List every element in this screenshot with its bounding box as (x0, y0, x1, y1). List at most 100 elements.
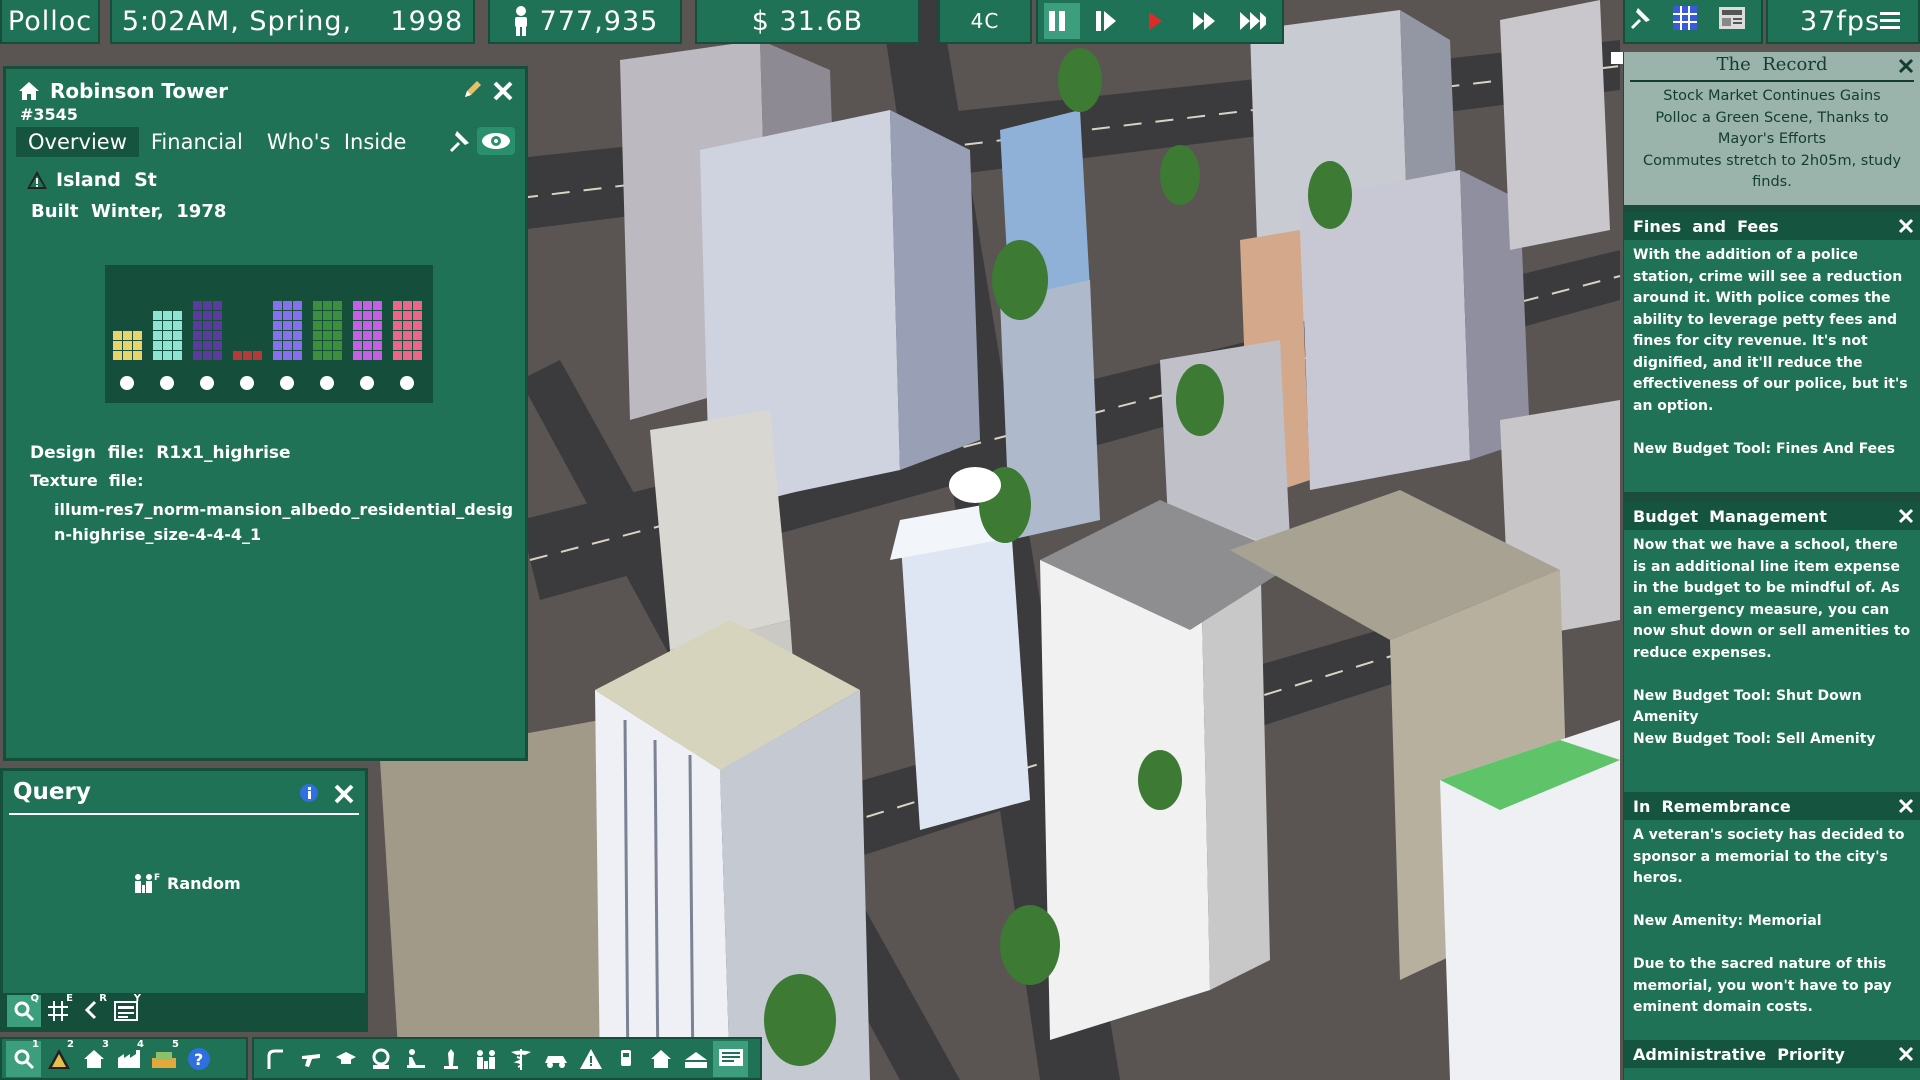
close-icon[interactable] (1898, 508, 1914, 524)
texture-file-label: Texture file: (30, 471, 144, 490)
toolbar-industrial-button[interactable]: 4 (111, 1038, 146, 1077)
toolbar-roads-button[interactable] (258, 1041, 293, 1077)
news-card-fines-fees: Fines and Fees With the addition of a po… (1624, 212, 1920, 492)
menu-icon[interactable] (1880, 11, 1900, 31)
street-name: Island St (56, 169, 157, 191)
monument-icon (200, 376, 214, 390)
toolbar-monument-button[interactable] (433, 1041, 468, 1077)
toolbar-query-button[interactable]: 1 (6, 1039, 41, 1077)
card-title: Budget Management (1633, 506, 1827, 526)
toolbar-police-button[interactable] (293, 1041, 328, 1077)
chart-cell-family (373, 351, 382, 360)
close-icon[interactable] (491, 79, 515, 103)
chart-cell-community (313, 341, 322, 350)
grid-button[interactable] (1672, 5, 1708, 38)
city-name-box[interactable]: Polloc (0, 0, 100, 44)
chart-cell-school (283, 311, 292, 320)
road-icon (267, 1049, 283, 1069)
step-button[interactable] (1093, 3, 1129, 39)
close-icon[interactable] (1898, 1046, 1914, 1062)
chart-cell-family (353, 311, 362, 320)
toolbar-zoning-button[interactable]: 2 (41, 1039, 76, 1077)
chart-cell-park (173, 351, 182, 360)
tab-financial[interactable]: Financial (139, 127, 255, 157)
chart-cell-road (113, 341, 122, 350)
chart-cell-community (313, 331, 322, 340)
chart-cell-community (323, 301, 332, 310)
chart-cell-health (413, 351, 422, 360)
news-scroll-handle[interactable] (1611, 52, 1623, 64)
query-tool-news[interactable]: Y (109, 993, 143, 1027)
hotkey-label: 4 (137, 1038, 144, 1050)
monument-icon (443, 1048, 458, 1069)
toolbar-city-button[interactable] (678, 1041, 713, 1077)
hotkey-label: 3 (102, 1038, 109, 1050)
pause-icon (1049, 11, 1066, 31)
chart-cell-family (363, 311, 372, 320)
chart-cell-monument (193, 341, 202, 350)
play-icon (1148, 12, 1162, 30)
toolbar-transit-button[interactable] (538, 1041, 573, 1077)
chart-cell-school (273, 311, 282, 320)
card-body: With the addition of a police station, c… (1624, 240, 1920, 460)
chart-cell-park (163, 321, 172, 330)
pin-icon[interactable] (449, 129, 471, 153)
chart-cell-community (323, 351, 332, 360)
chart-cell-park (173, 311, 182, 320)
toolbar-housing-button[interactable] (643, 1041, 678, 1077)
toolbar-bus-button[interactable] (608, 1041, 643, 1077)
toolbar-chat-button[interactable] (713, 1040, 748, 1077)
chart-cell-park (173, 331, 182, 340)
edit-name-icon[interactable] (461, 79, 483, 101)
toolbar-parks-button[interactable] (398, 1041, 433, 1077)
info-icon[interactable] (299, 783, 319, 803)
school-icon (335, 1051, 356, 1064)
chart-cell-monument (193, 331, 202, 340)
close-icon[interactable] (1898, 798, 1914, 814)
toolbar-budget-button[interactable]: 5 (146, 1039, 181, 1077)
close-icon[interactable] (1898, 218, 1914, 234)
query-tool-route[interactable]: R (75, 993, 109, 1027)
pause-button[interactable] (1044, 3, 1081, 39)
chart-cell-monument (193, 321, 202, 330)
card-body: Now that we have a school, there is an a… (1624, 530, 1920, 750)
news-button[interactable] (1718, 6, 1756, 37)
toolbar-hazard-button[interactable] (573, 1041, 608, 1077)
close-icon[interactable] (1898, 58, 1914, 74)
chart-cell-monument (213, 331, 222, 340)
eye-button[interactable] (477, 127, 515, 155)
house-icon (19, 82, 39, 100)
card-paragraph: New Amenity: Memorial (1633, 913, 1822, 929)
query-tool-grid[interactable]: E (41, 993, 75, 1027)
datetime-box: 5:02AM, Spring, 1998 (110, 0, 475, 44)
chart-cell-school (293, 351, 302, 360)
toolbar-school-button[interactable] (328, 1041, 363, 1077)
toolbar-health-button[interactable] (503, 1041, 538, 1077)
community-icon (372, 1048, 389, 1069)
tab-overview[interactable]: Overview (16, 127, 139, 157)
toolbar-residential-button[interactable]: 3 (76, 1038, 111, 1077)
health-icon (400, 376, 414, 390)
toolbar-community-button[interactable] (363, 1041, 398, 1077)
eye-icon (482, 133, 510, 149)
fps-counter: 37fps (1800, 5, 1881, 37)
query-tool-search[interactable]: Q (7, 993, 41, 1027)
close-icon[interactable] (333, 783, 355, 805)
play-button[interactable] (1142, 3, 1178, 39)
chart-cell-park (163, 351, 172, 360)
tab-whos-inside[interactable]: Who's Inside (255, 127, 419, 157)
money-box[interactable]: $ 31.6B (695, 0, 920, 44)
fastest-button[interactable] (1239, 3, 1276, 39)
population-box[interactable]: 777,935 (488, 0, 682, 44)
newspaper-record[interactable]: The Record Stock Market Continues Gains … (1624, 52, 1920, 205)
city-name: Polloc (7, 5, 93, 37)
toolbar-family-button[interactable] (468, 1041, 503, 1077)
chart-cell-family (373, 341, 382, 350)
pin-button[interactable] (1630, 6, 1662, 37)
park-icon (406, 1048, 425, 1068)
random-query-button[interactable]: F Random (131, 871, 241, 895)
chart-cell-monument (193, 351, 202, 360)
chart-cell-family (353, 301, 362, 310)
fast-button[interactable] (1191, 3, 1227, 39)
toolbar-help-button[interactable]: ? (181, 1041, 216, 1077)
